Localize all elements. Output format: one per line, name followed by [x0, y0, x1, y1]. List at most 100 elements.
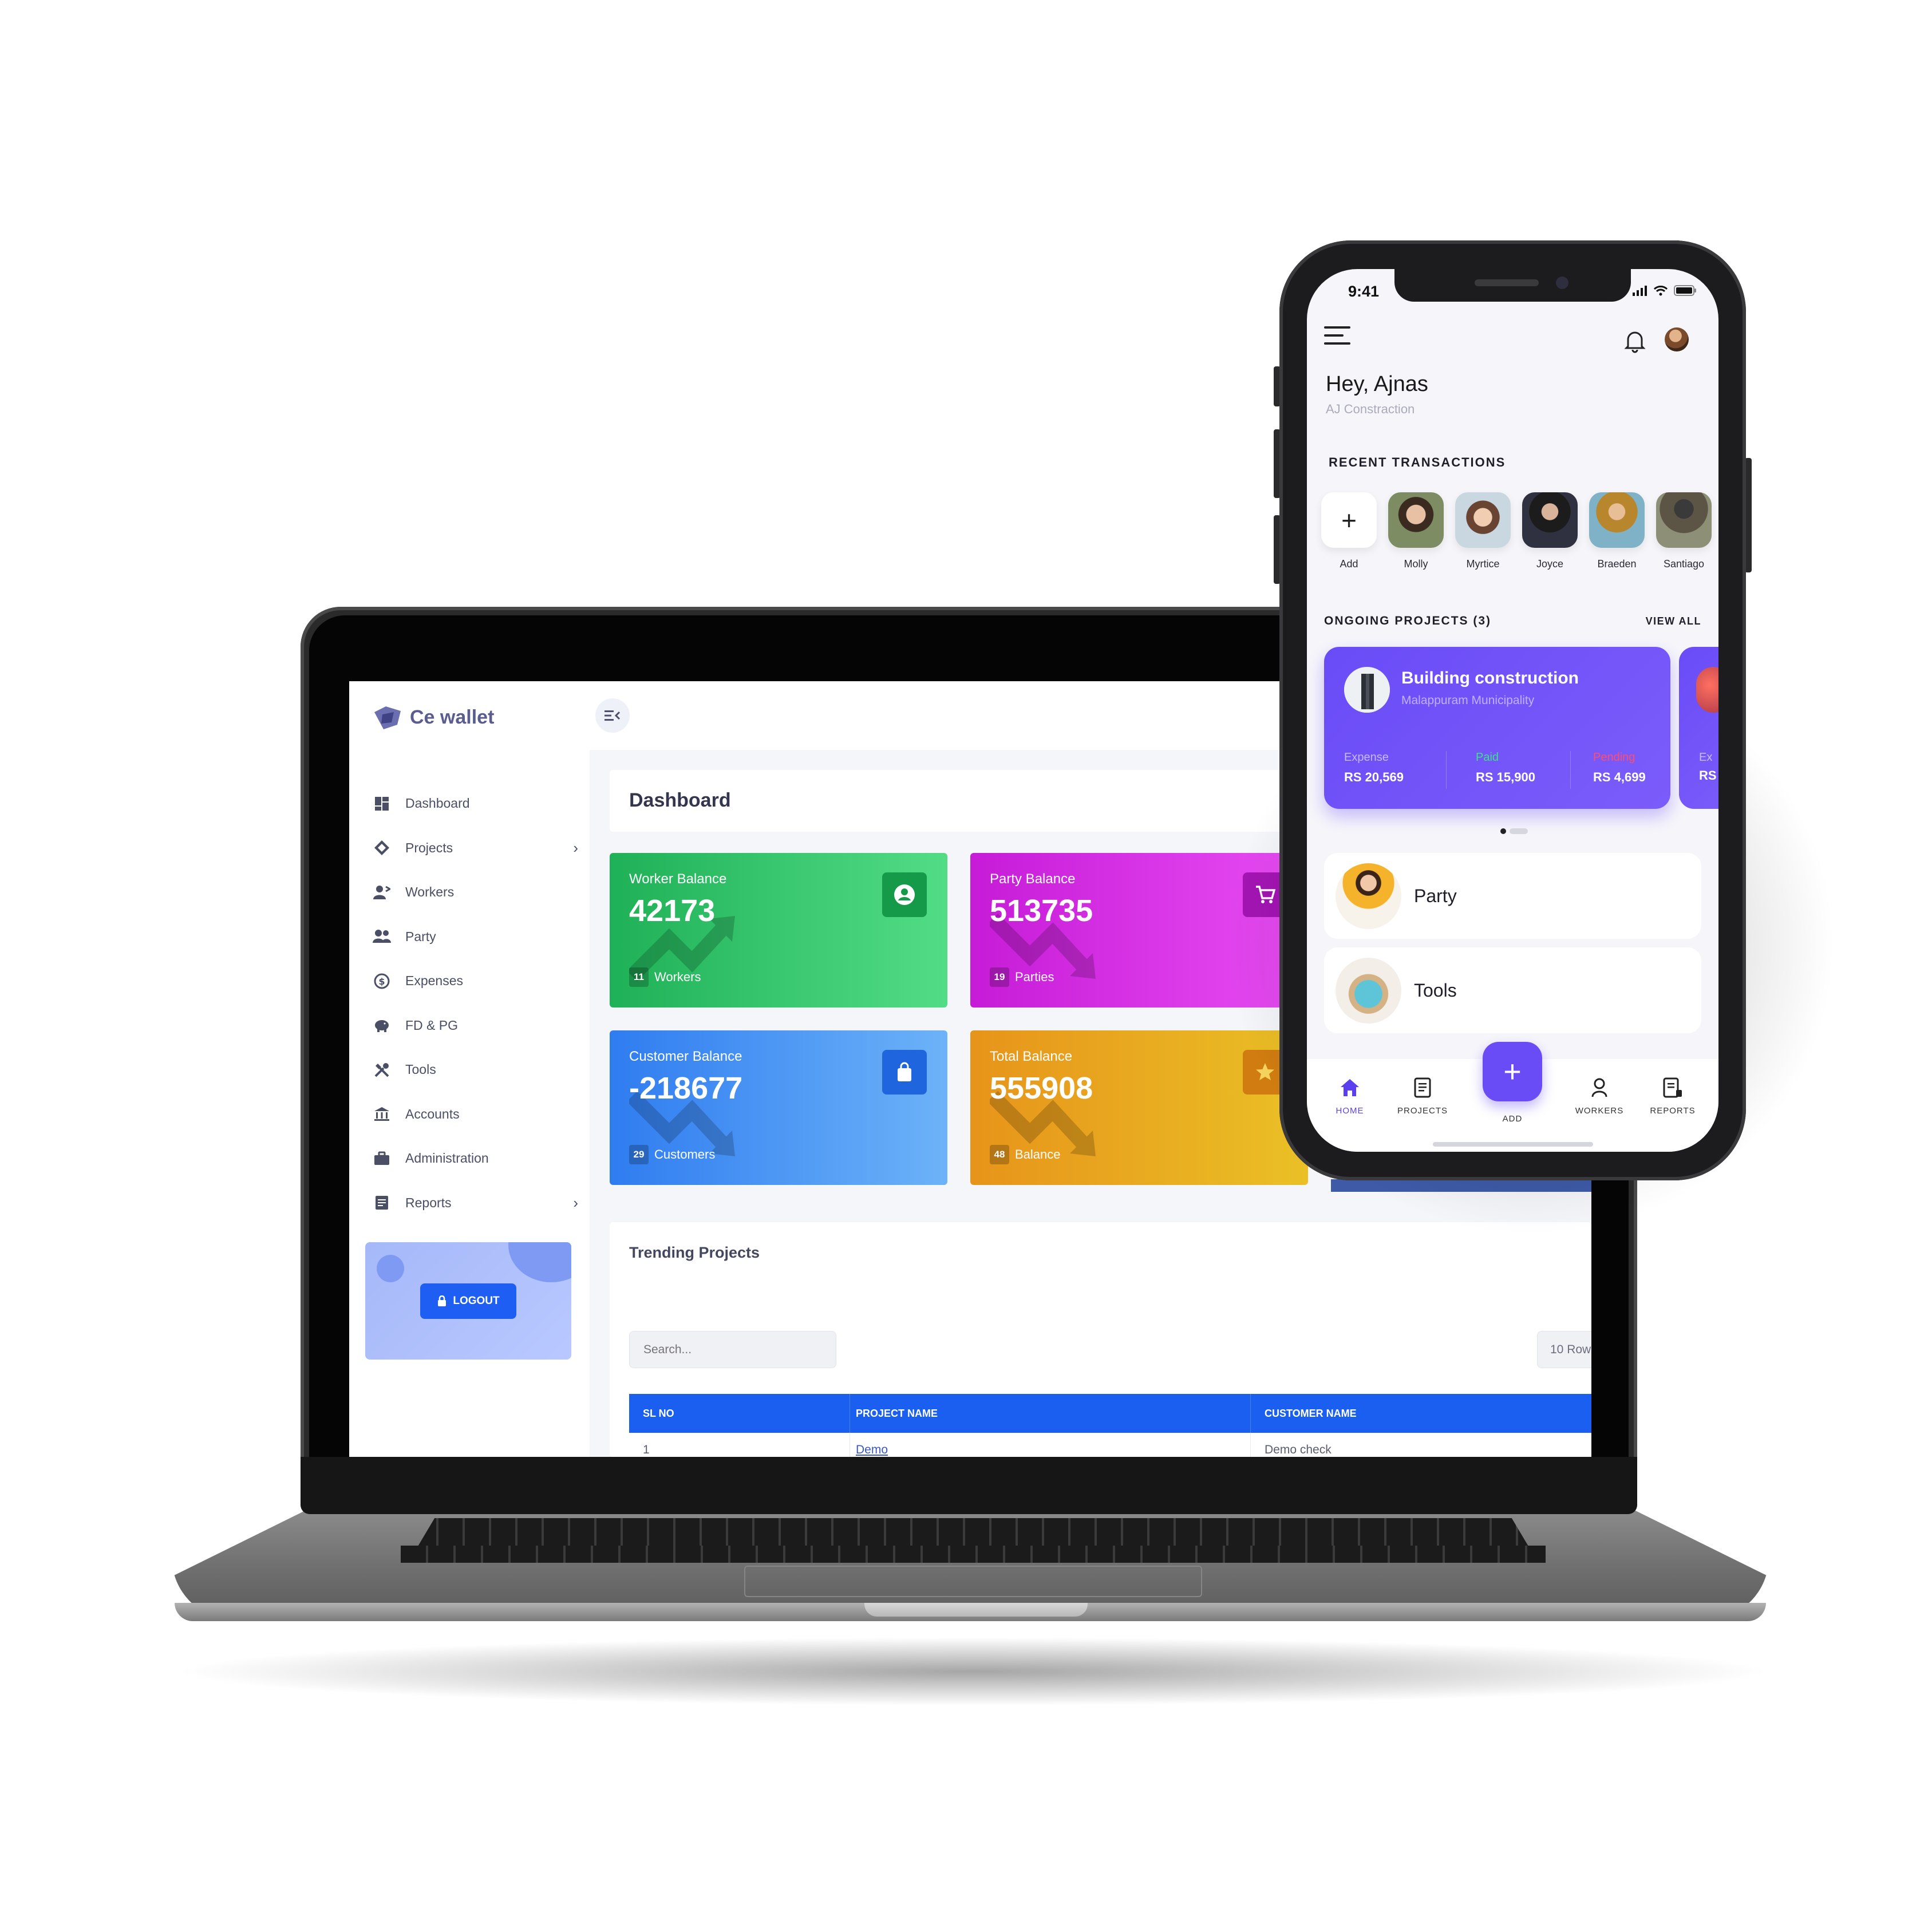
menu-collapse-icon [605, 710, 621, 721]
add-fab-button[interactable]: + [1483, 1042, 1542, 1101]
sidebar-item-reports[interactable]: Reports › [372, 1181, 578, 1226]
workers-icon [372, 883, 392, 902]
brand-name: Ce wallet [410, 706, 495, 728]
shopping-bag-icon [882, 1050, 927, 1095]
column-header[interactable]: PROJECT NAME [850, 1394, 1250, 1433]
project-location: Malappuram Municipality [1401, 694, 1535, 707]
piggy-bank-icon [372, 1016, 392, 1035]
contact-item[interactable]: Myrtice [1455, 492, 1511, 570]
home-indicator [1433, 1142, 1593, 1147]
contact-photo [1589, 492, 1645, 548]
svg-text:$: $ [378, 976, 385, 987]
bell-icon[interactable] [1623, 328, 1646, 353]
nav-add[interactable]: ADD [1484, 1114, 1541, 1124]
laptop-keyboard-row [401, 1546, 1546, 1563]
bottom-navigation: HOME PROJECTS + ADD WORKERS REPORTS [1307, 1042, 1718, 1152]
nav-home[interactable]: HOME [1321, 1076, 1378, 1116]
sidebar-item-label: Administration [405, 1151, 489, 1166]
sidebar-item-party[interactable]: Party [372, 915, 578, 959]
nav-label: HOME [1336, 1106, 1364, 1116]
recent-contacts: + Add Molly Myrtice Joyce Braeden Santia… [1321, 492, 1712, 570]
contact-name: Molly [1404, 558, 1428, 570]
expense-value: RS 20,569 [1344, 770, 1404, 784]
sidebar-item-label: FD & PG [405, 1017, 459, 1033]
worker-balance-card[interactable]: Worker Balance 42173 11 Workers [610, 853, 947, 1008]
sidebar-item-fd-pg[interactable]: FD & PG [372, 1003, 578, 1048]
sidebar-item-workers[interactable]: Workers [372, 870, 578, 915]
recent-transactions-title: RECENT TRANSACTIONS [1329, 455, 1506, 469]
ongoing-projects-title: ONGOING PROJECTS (3) [1324, 614, 1492, 627]
sidebar-item-projects[interactable]: Projects › [372, 826, 578, 871]
trending-projects-card: Trending Projects 10 Row SL NO PROJECT N… [610, 1222, 1591, 1457]
contact-photo [1388, 492, 1444, 548]
contact-photo [1455, 492, 1511, 548]
menu-card-party[interactable]: Party [1324, 853, 1701, 939]
paid-value: RS 15,900 [1476, 770, 1535, 784]
sidebar-item-administration[interactable]: Administration [372, 1136, 578, 1181]
stat-value: 42173 [629, 894, 716, 928]
stat-value: 555908 [990, 1071, 1093, 1105]
cell-project-name: Demo [850, 1433, 1250, 1457]
stat-count: 29 [629, 1145, 649, 1164]
expense-label: Expense [1344, 751, 1389, 764]
project-card-next[interactable]: Ex RS [1679, 647, 1718, 809]
contact-item[interactable]: Braeden [1589, 492, 1645, 570]
decor-circle [508, 1242, 571, 1282]
sidebar-toggle-button[interactable] [595, 698, 630, 733]
stat-label: Total Balance [990, 1049, 1073, 1064]
sidebar-item-label: Dashboard [405, 796, 470, 811]
signal-icon [1633, 285, 1647, 296]
decor-circle [377, 1255, 404, 1282]
nav-label: WORKERS [1575, 1106, 1624, 1116]
nav-label: ADD [1502, 1114, 1523, 1124]
pending-label: Pending [1593, 751, 1635, 764]
avatar[interactable] [1665, 327, 1689, 351]
reports-doc-icon [1663, 1077, 1682, 1098]
project-link[interactable]: Demo [856, 1443, 888, 1457]
contact-name: Add [1340, 558, 1358, 570]
party-icon [372, 927, 392, 946]
carousel-indicator [1500, 828, 1528, 834]
chevron-right-icon[interactable]: › [573, 839, 578, 857]
column-header[interactable]: SL NO [629, 1408, 850, 1420]
projects-icon [372, 838, 392, 858]
tools-illustration [1336, 957, 1401, 1024]
view-all-link[interactable]: VIEW ALL [1646, 615, 1701, 627]
menu-card-tools[interactable]: Tools [1324, 947, 1701, 1033]
sidebar-item-accounts[interactable]: Accounts [372, 1092, 578, 1137]
tools-icon [372, 1060, 392, 1080]
party-illustration [1336, 863, 1401, 929]
stat-label: Customer Balance [629, 1049, 742, 1064]
dashboard-icon [372, 794, 392, 813]
logout-button[interactable]: LOGOUT [420, 1283, 516, 1319]
contact-name: Santiago [1663, 558, 1705, 570]
divider [1446, 751, 1447, 789]
project-pending: Pending RS 4,699 [1593, 751, 1646, 785]
page-title: Dashboard [629, 789, 731, 811]
expense-value: RS [1699, 768, 1717, 783]
nav-workers[interactable]: WORKERS [1571, 1076, 1628, 1116]
contact-item[interactable]: Molly [1388, 492, 1444, 570]
brand-logo[interactable]: Ce wallet [372, 704, 494, 730]
customer-balance-card[interactable]: Customer Balance -218677 29 Customers [610, 1030, 947, 1185]
chevron-right-icon[interactable]: › [573, 1194, 578, 1212]
project-card[interactable]: Building construction Malappuram Municip… [1324, 647, 1670, 809]
sidebar-item-dashboard[interactable]: Dashboard [372, 781, 578, 826]
laptop-shadow [172, 1637, 1775, 1706]
search-input[interactable] [629, 1331, 836, 1368]
contact-add[interactable]: + Add [1321, 492, 1377, 570]
rows-per-page-select[interactable]: 10 Row [1537, 1331, 1591, 1368]
nav-reports[interactable]: REPORTS [1644, 1076, 1701, 1116]
sidebar-item-tools[interactable]: Tools [372, 1048, 578, 1092]
table-header: SL NO PROJECT NAME CUSTOMER NAME [629, 1394, 1591, 1433]
column-header[interactable]: CUSTOMER NAME [1250, 1394, 1357, 1433]
nav-label: PROJECTS [1397, 1106, 1448, 1116]
hamburger-menu-icon[interactable] [1324, 326, 1350, 350]
table-row: 1 Demo Demo check [629, 1433, 1591, 1457]
sidebar-item-expenses[interactable]: $ Expenses [372, 959, 578, 1003]
nav-projects[interactable]: PROJECTS [1394, 1076, 1451, 1116]
contact-item[interactable]: Joyce [1522, 492, 1578, 570]
contact-item[interactable]: Santiago [1656, 492, 1712, 570]
phone-notch [1394, 269, 1631, 302]
sidebar-item-label: Workers [405, 884, 455, 900]
